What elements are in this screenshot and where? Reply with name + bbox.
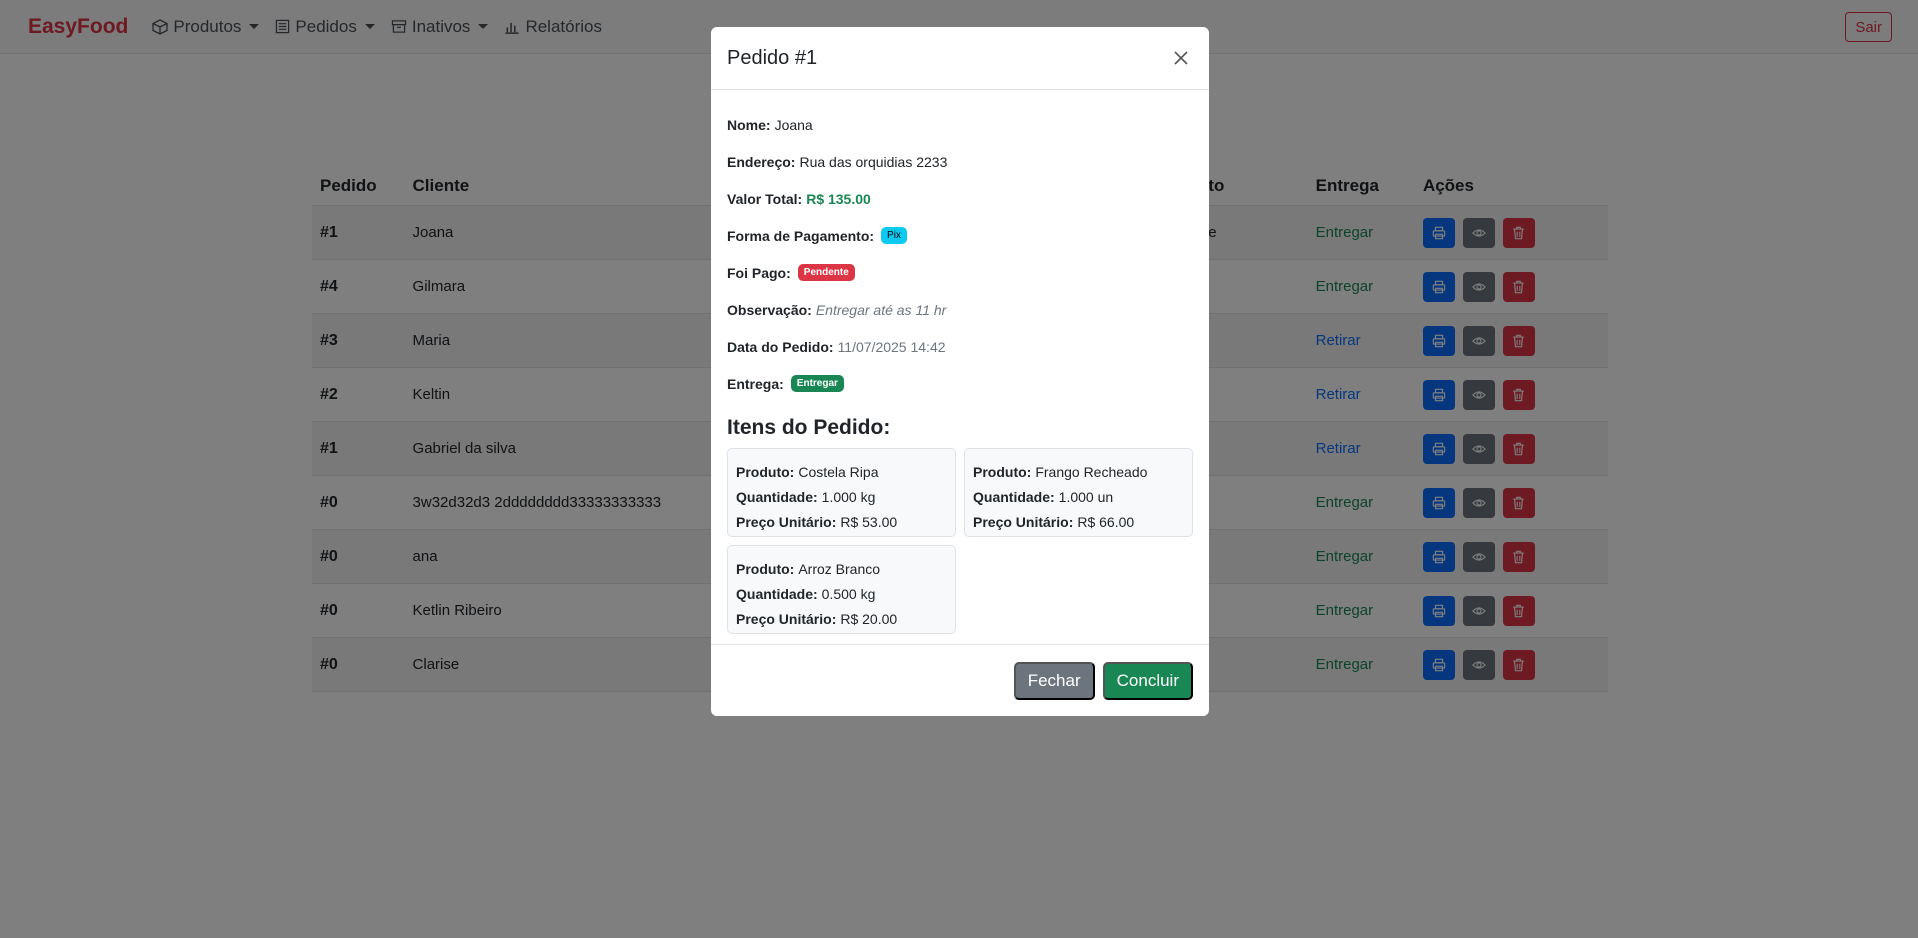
item-card: Produto: Arroz Branco Quantidade: 0.500 kg P… bbox=[727, 545, 956, 634]
item-quantidade-label: Quantidade: bbox=[973, 488, 1055, 505]
item-quantidade-label: Quantidade: bbox=[736, 488, 818, 505]
field-foi-pago: Foi Pago: Pendente bbox=[727, 254, 1193, 291]
item-quantidade: Quantidade: 1.000 un bbox=[973, 484, 1184, 509]
item-preco-value: R$ 20.00 bbox=[840, 610, 898, 627]
item-card: Produto: Costela Ripa Quantidade: 1.000 kg P… bbox=[727, 448, 956, 537]
modal-header: Pedido #1 bbox=[711, 27, 1209, 90]
item-quantidade: Quantidade: 0.500 kg bbox=[736, 581, 947, 606]
item-preco-value: R$ 66.00 bbox=[1077, 513, 1135, 530]
item-quantidade: Quantidade: 1.000 kg bbox=[736, 484, 947, 509]
field-nome: Nome: Joana bbox=[727, 106, 1193, 143]
close-icon[interactable] bbox=[1169, 46, 1193, 70]
field-endereco: Endereço: Rua das orquidias 2233 bbox=[727, 143, 1193, 180]
close-button[interactable]: Fechar bbox=[1013, 661, 1095, 700]
item-produto-label: Produto: bbox=[973, 463, 1032, 480]
field-entrega-label: Entrega: bbox=[727, 375, 784, 392]
field-data-label: Data do Pedido: bbox=[727, 338, 834, 355]
item-preco-label: Preço Unitário: bbox=[736, 513, 837, 530]
delivery-badge: Entregar bbox=[790, 375, 844, 392]
item-quantidade-label: Quantidade: bbox=[736, 585, 818, 602]
field-nome-label: Nome: bbox=[727, 116, 771, 133]
order-modal: Pedido #1 Nome: Joana Endereço: Rua das or… bbox=[711, 27, 1209, 716]
item-quantidade-value: 1.000 kg bbox=[821, 488, 876, 505]
field-endereco-label: Endereço: bbox=[727, 153, 796, 170]
item-produto-value: Costela Ripa bbox=[798, 463, 879, 480]
items-title: Itens do Pedido: bbox=[727, 416, 891, 439]
item-produto-value: Frango Recheado bbox=[1035, 463, 1148, 480]
item-produto: Produto: Frango Recheado bbox=[973, 459, 1184, 484]
item-quantidade-value: 1.000 un bbox=[1058, 488, 1114, 505]
item-preco-value: R$ 53.00 bbox=[840, 513, 898, 530]
field-nome-value: Joana bbox=[774, 116, 813, 133]
item-preco-label: Preço Unitário: bbox=[973, 513, 1074, 530]
item-produto: Produto: Costela Ripa bbox=[736, 459, 947, 484]
item-quantidade-value: 0.500 kg bbox=[821, 585, 876, 602]
item-produto-label: Produto: bbox=[736, 560, 795, 577]
field-forma-label: Forma de Pagamento: bbox=[727, 227, 875, 244]
field-observacao: Observação: Entregar até as 11 hr bbox=[727, 291, 1193, 328]
field-obs-label: Observação: bbox=[727, 301, 812, 318]
item-preco: Preço Unitário: R$ 53.00 bbox=[736, 509, 947, 534]
item-preco: Preço Unitário: R$ 66.00 bbox=[973, 509, 1184, 534]
item-produto-value: Arroz Branco bbox=[798, 560, 881, 577]
conclude-button[interactable]: Concluir bbox=[1102, 661, 1193, 700]
field-valor: Valor Total: R$ 135.00 bbox=[727, 180, 1193, 217]
modal-footer: Fechar Concluir bbox=[711, 644, 1209, 716]
field-valor-value: R$ 135.00 bbox=[806, 190, 871, 207]
modal-title: Pedido #1 bbox=[727, 46, 818, 69]
field-valor-label: Valor Total: bbox=[727, 190, 803, 207]
item-preco-label: Preço Unitário: bbox=[736, 610, 837, 627]
payment-badge: Pix bbox=[881, 227, 907, 244]
field-forma-pagamento: Forma de Pagamento: Pix bbox=[727, 217, 1193, 254]
field-pago-label: Foi Pago: bbox=[727, 264, 791, 281]
field-data: Data do Pedido: 11/07/2025 14:42 bbox=[727, 328, 1193, 365]
item-produto: Produto: Arroz Branco bbox=[736, 556, 947, 581]
field-obs-value: Entregar até as 11 hr bbox=[815, 301, 947, 318]
field-endereco-value: Rua das orquidias 2233 bbox=[799, 153, 948, 170]
item-card: Produto: Frango Recheado Quantidade: 1.000 … bbox=[964, 448, 1193, 537]
status-badge: Pendente bbox=[797, 264, 855, 281]
modal-body: Nome: Joana Endereço: Rua das orquidias 22… bbox=[711, 90, 1209, 634]
items-grid: Produto: Costela Ripa Quantidade: 1.000 kg P… bbox=[727, 448, 1193, 634]
field-entrega: Entrega: Entregar bbox=[727, 365, 1193, 402]
field-data-value: 11/07/2025 14:42 bbox=[837, 338, 946, 355]
item-produto-label: Produto: bbox=[736, 463, 795, 480]
item-preco: Preço Unitário: R$ 20.00 bbox=[736, 606, 947, 631]
